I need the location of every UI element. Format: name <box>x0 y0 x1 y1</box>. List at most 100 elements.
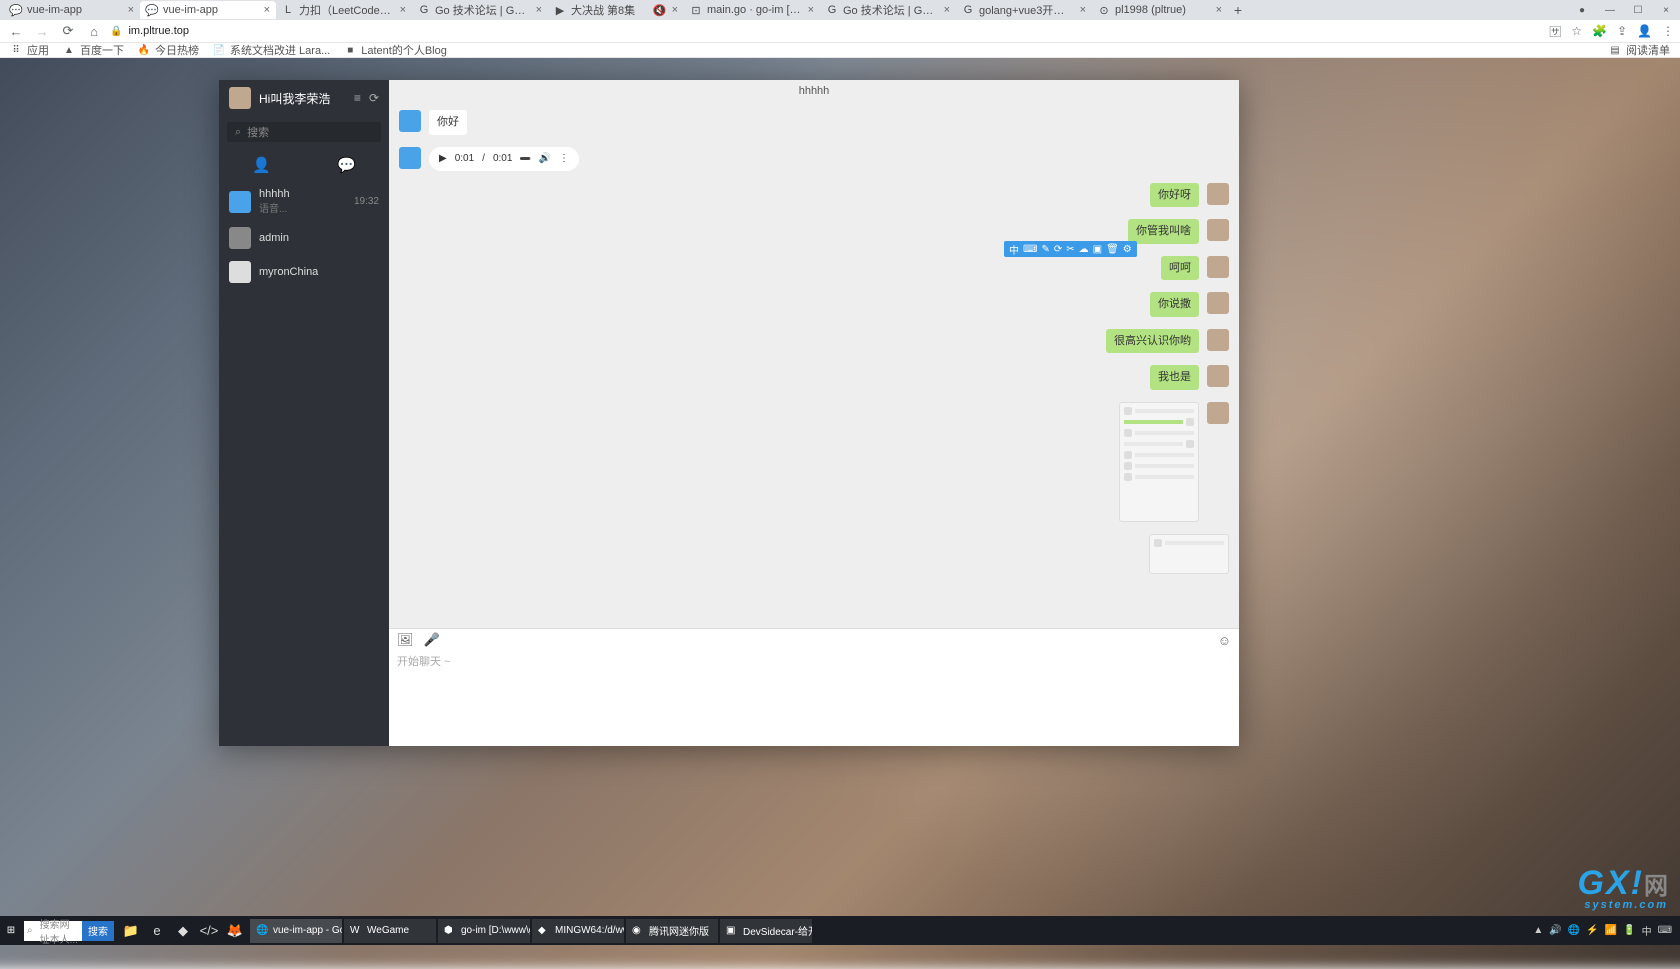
bookmark-latent[interactable]: ■Latent的个人Blog <box>344 42 447 58</box>
home-button[interactable]: ⌂ <box>84 21 104 41</box>
close-icon[interactable]: × <box>400 4 406 16</box>
task-devsidecar[interactable]: ▣DevSidecar-给开发... <box>720 919 812 943</box>
pinned-firefox[interactable]: 🦊 <box>224 919 246 943</box>
taskbar-search[interactable]: ⌕ 搜索网址本人... 搜索 <box>24 921 114 941</box>
url-input[interactable]: 🔒 im.pltrue.top <box>110 22 1543 40</box>
more-icon[interactable]: ⋮ <box>559 153 569 164</box>
message-bubble[interactable]: 很高兴认识你哟 <box>1106 329 1199 354</box>
pinned-app[interactable]: ◆ <box>172 919 194 943</box>
close-icon[interactable]: × <box>808 4 814 16</box>
ime-refresh-icon[interactable]: ⟳ <box>1054 244 1062 255</box>
pinned-explorer[interactable]: 📁 <box>120 919 142 943</box>
tab-5[interactable]: ▶大决战 第8集🔇× <box>548 1 684 19</box>
tab-3[interactable]: L力扣（LeetCode）官网 - 全球…× <box>276 1 412 19</box>
bookmark-lara[interactable]: 📄系统文档改进 Lara... <box>213 42 330 58</box>
ime-grid-icon[interactable]: ▣ <box>1093 244 1102 255</box>
menu-icon[interactable]: ≡ <box>354 91 361 105</box>
audio-message[interactable]: ▶ 0:01 / 0:01 🔊 ⋮ <box>429 147 579 171</box>
pinned-vscode[interactable]: </> <box>198 919 220 943</box>
tab-8[interactable]: Ggolang+vue3开发的一个im应…× <box>956 1 1092 19</box>
mute-icon[interactable]: 🔇 <box>653 4 667 17</box>
search-button[interactable]: 搜索 <box>82 921 114 941</box>
share-icon[interactable]: ⇪ <box>1617 24 1627 38</box>
tab-4[interactable]: GGo 技术论坛 | Golang / Go 语…× <box>412 1 548 19</box>
tab-2-active[interactable]: 💬vue-im-app× <box>140 1 276 19</box>
bookmark-baidu[interactable]: ▲百度一下 <box>63 42 124 58</box>
tray-ime-icon[interactable]: 中 <box>1642 923 1652 938</box>
menu-icon[interactable]: ⋮ <box>1662 24 1674 38</box>
tray-wifi-icon[interactable]: 📶 <box>1605 925 1617 936</box>
tray-volume-icon[interactable]: 🔊 <box>1549 925 1561 936</box>
tray-power-icon[interactable]: ⚡ <box>1586 925 1598 936</box>
message-bubble[interactable]: 你好呀 <box>1150 183 1199 208</box>
close-icon[interactable]: × <box>1080 4 1086 16</box>
bookmark-star-icon[interactable]: ☆ <box>1571 24 1582 38</box>
image-message[interactable] <box>1119 402 1199 522</box>
floating-ime-toolbar[interactable]: 中 ⌨ ✎ ⟳ ✂ ☁ ▣ 🗑 ⚙ <box>1004 241 1137 257</box>
voice-icon[interactable]: 🎤 <box>424 632 440 648</box>
image-message[interactable] <box>1149 534 1229 574</box>
tab-7[interactable]: GGo 技术论坛 | Golang / Go 语…× <box>820 1 956 19</box>
close-icon[interactable]: × <box>264 4 270 16</box>
contacts-list[interactable]: hhhhh语音... 19:32 admin myronChina <box>219 182 389 746</box>
volume-icon[interactable]: 🔊 <box>539 153 551 164</box>
search-input[interactable]: ⌕ 搜索 <box>227 122 381 142</box>
reload-button[interactable]: ⟳ <box>58 21 78 41</box>
ime-edit-icon[interactable]: ✎ <box>1041 244 1049 255</box>
emoji-icon[interactable]: ☺ <box>1218 633 1231 648</box>
ime-cloud-icon[interactable]: ☁ <box>1079 244 1089 255</box>
task-wegame[interactable]: WWeGame <box>344 919 436 943</box>
reading-list[interactable]: ▤阅读清单 <box>1609 42 1670 58</box>
ime-lang-icon[interactable]: 中 <box>1009 242 1019 257</box>
audio-progress[interactable] <box>520 157 530 160</box>
tab-1[interactable]: 💬vue-im-app× <box>4 1 140 19</box>
contact-item[interactable]: myronChina <box>219 255 389 289</box>
refresh-icon[interactable]: ⟳ <box>369 91 379 105</box>
close-icon[interactable]: × <box>672 4 678 16</box>
close-button[interactable]: × <box>1652 0 1680 20</box>
tray-battery-icon[interactable]: 🔋 <box>1623 925 1635 936</box>
close-icon[interactable]: × <box>536 4 542 16</box>
image-icon[interactable]: 🖼 <box>397 632 414 648</box>
tray-chevron-icon[interactable]: ▲ <box>1533 925 1543 936</box>
task-tencent[interactable]: ◉腾讯网迷你版 <box>626 919 718 943</box>
message-bubble[interactable]: 你说撒 <box>1150 292 1199 317</box>
bookmark-apps[interactable]: ⠿应用 <box>10 42 49 58</box>
message-input[interactable]: 开始聊天 ~ <box>389 651 1239 746</box>
contact-item[interactable]: admin <box>219 221 389 255</box>
tray-keyboard-icon[interactable]: ⌨ <box>1658 925 1672 936</box>
bookmark-today[interactable]: 🔥今日热榜 <box>138 42 199 58</box>
minimize-button[interactable]: — <box>1596 0 1624 20</box>
record-icon[interactable]: ● <box>1568 0 1596 20</box>
new-tab-button[interactable]: + <box>1228 1 1248 19</box>
close-icon[interactable]: × <box>944 4 950 16</box>
message-bubble[interactable]: 我也是 <box>1150 365 1199 390</box>
avatar[interactable] <box>229 87 251 109</box>
extensions-icon[interactable]: 🧩 <box>1592 24 1607 38</box>
message-bubble[interactable]: 你管我叫啥 <box>1128 219 1199 244</box>
pinned-edge[interactable]: e <box>146 919 168 943</box>
ime-scissor-icon[interactable]: ✂ <box>1066 244 1074 255</box>
ime-gear-icon[interactable]: ⚙ <box>1123 244 1132 255</box>
maximize-button[interactable]: ☐ <box>1624 0 1652 20</box>
task-goland[interactable]: ⬢go-im [D:\www\g... <box>438 919 530 943</box>
profile-icon[interactable]: 👤 <box>1637 24 1652 38</box>
task-chrome[interactable]: 🌐vue-im-app - Goo... <box>250 919 342 943</box>
message-bubble[interactable]: 你好 <box>429 110 467 135</box>
ime-trash-icon[interactable]: 🗑 <box>1106 244 1119 255</box>
tab-6[interactable]: ⊡main.go · go-im [GitHub] - V…× <box>684 1 820 19</box>
close-icon[interactable]: × <box>1216 4 1222 16</box>
back-button[interactable]: ← <box>6 21 26 41</box>
tab-9[interactable]: ⊙pl1998 (pltrue)× <box>1092 1 1228 19</box>
tray-network-icon[interactable]: 🌐 <box>1568 925 1580 936</box>
message-bubble[interactable]: 呵呵 <box>1161 256 1199 281</box>
task-mingw[interactable]: ◆MINGW64:/d/ww... <box>532 919 624 943</box>
close-icon[interactable]: × <box>128 4 134 16</box>
translate-icon[interactable]: 🈂 <box>1549 23 1561 40</box>
chat-messages[interactable]: 你好 ▶ 0:01 / 0:01 🔊 ⋮ 你好呀 你管我叫啥 呵呵 你说撒 <box>389 102 1239 628</box>
forward-button[interactable]: → <box>32 21 52 41</box>
ime-keyboard-icon[interactable]: ⌨ <box>1023 244 1037 255</box>
tab-contacts[interactable]: 👤 <box>219 148 304 182</box>
play-icon[interactable]: ▶ <box>439 153 447 164</box>
contact-item[interactable]: hhhhh语音... 19:32 <box>219 182 389 221</box>
